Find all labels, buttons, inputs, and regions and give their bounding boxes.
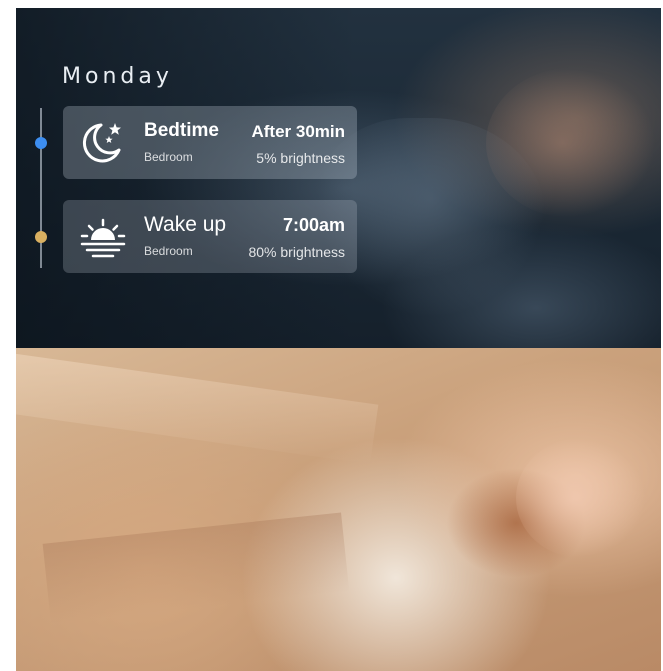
- moon-stars-icon: [79, 120, 127, 166]
- timeline-dot-wakeup: [35, 231, 47, 243]
- morning-photo: [16, 348, 661, 671]
- timeline-dot-bedtime: [35, 137, 47, 149]
- sunrise-icon: [79, 214, 127, 260]
- schedule-room: Bedroom: [144, 244, 193, 258]
- schedule-brightness: 80% brightness: [248, 244, 345, 260]
- day-title: Monday: [62, 64, 173, 89]
- blanket-fold: [16, 351, 379, 465]
- schedule-room: Bedroom: [144, 150, 193, 164]
- schedule-title: Bedtime: [144, 120, 219, 141]
- schedule-brightness: 5% brightness: [256, 150, 345, 166]
- schedule-card-wakeup[interactable]: Wake up Bedroom 7:00am 80% brightness: [63, 200, 357, 273]
- waking-person-face: [516, 438, 646, 558]
- timeline-line: [40, 108, 42, 268]
- schedule-card-bedtime[interactable]: Bedtime Bedroom After 30min 5% brightnes…: [63, 106, 357, 179]
- schedule-time: 7:00am: [282, 215, 345, 235]
- schedule-title: Wake up: [144, 213, 227, 236]
- schedule-time: After 30min: [251, 122, 345, 141]
- blanket-fold: [42, 512, 350, 624]
- sleeping-person-face: [486, 68, 656, 218]
